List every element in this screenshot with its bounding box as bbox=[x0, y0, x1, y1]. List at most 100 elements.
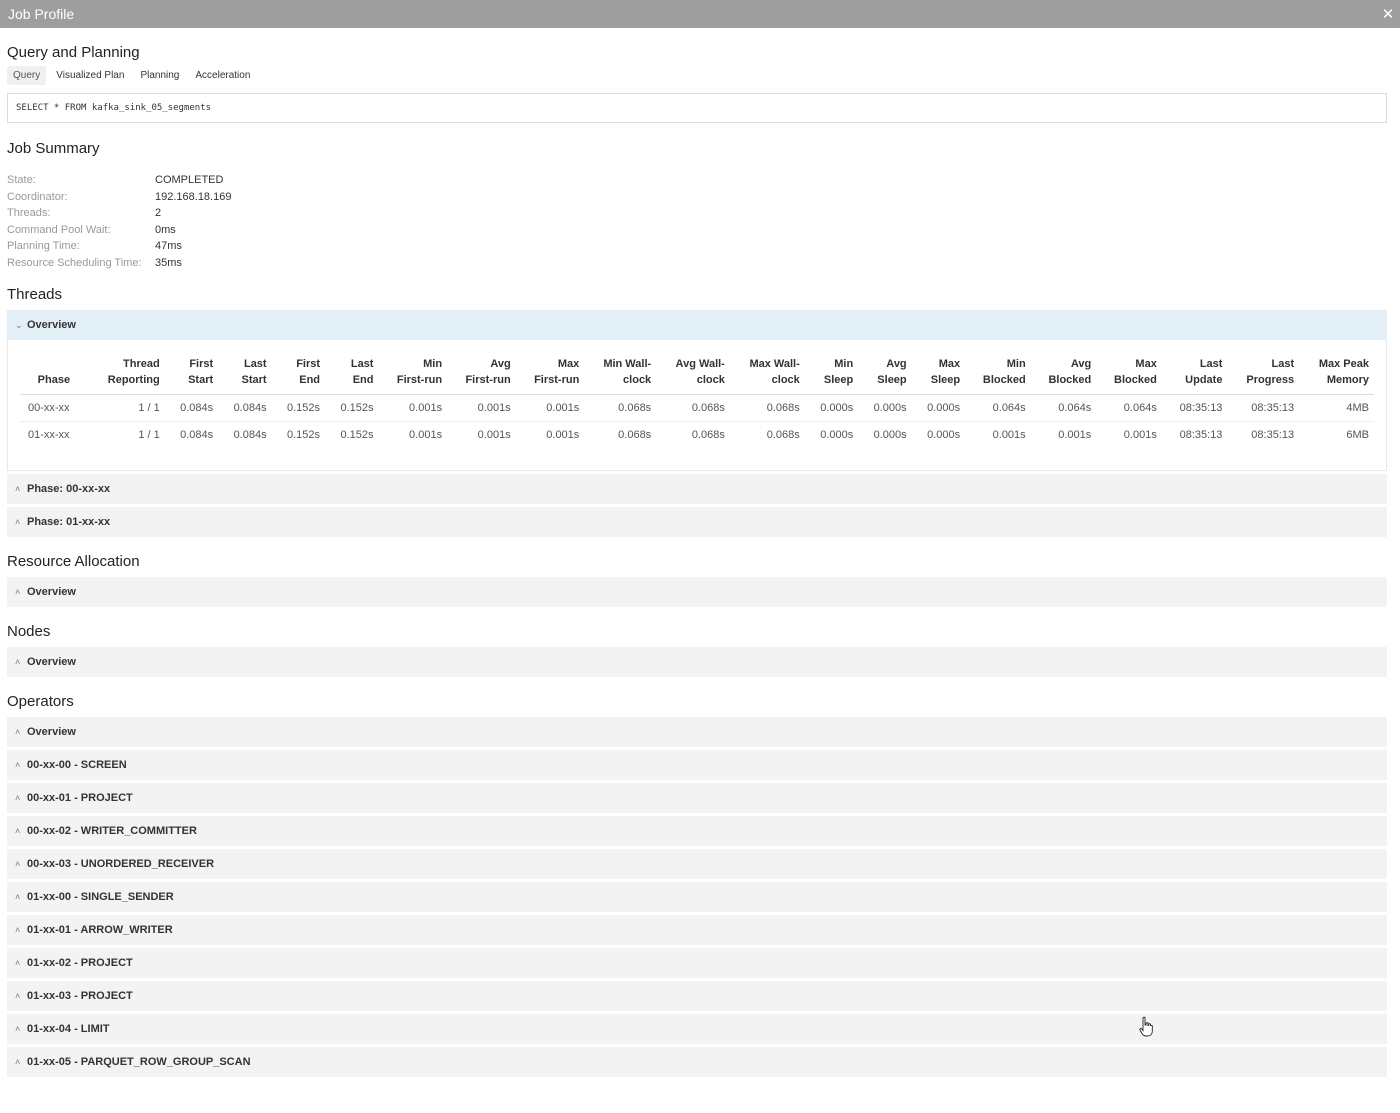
operator-item-header[interactable]: ˄ 01-xx-04 - LIMIT bbox=[7, 1014, 1387, 1044]
table-cell: 0.001s bbox=[409, 429, 443, 441]
table-cell: 0.001s bbox=[447, 394, 516, 422]
summary-label: Planning Time: bbox=[7, 240, 80, 252]
table-header-cell: Max Wall-clock bbox=[729, 352, 805, 395]
nodes-overview-header[interactable]: ˄ Overview bbox=[7, 647, 1387, 677]
header-text: Avg bbox=[1070, 358, 1092, 370]
accordion-label: Overview bbox=[27, 586, 76, 598]
table-cell: 0.000s bbox=[911, 394, 966, 422]
window-titlebar: Job Profile ✕ bbox=[0, 0, 1400, 28]
section-title-threads: Threads bbox=[7, 286, 63, 303]
header-text: clock bbox=[771, 374, 800, 386]
operator-item-header[interactable]: ˄ 00-xx-01 - PROJECT bbox=[7, 783, 1387, 813]
accordion-label: 01-xx-01 - ARROW_WRITER bbox=[27, 924, 173, 936]
chevron-up-icon: ˄ bbox=[15, 517, 21, 527]
table-cell: 0.084s bbox=[164, 394, 219, 422]
operators-list: ˄ Overview ˄ 00-xx-00 - SCREEN ˄ 00-xx-01 - P… bbox=[7, 717, 1387, 1077]
accordion-label: 01-xx-03 - PROJECT bbox=[27, 990, 133, 1002]
operator-item-header[interactable]: ˄ 00-xx-02 - WRITER_COMMITTER bbox=[7, 816, 1387, 846]
operator-item-header[interactable]: ˄ 01-xx-00 - SINGLE_SENDER bbox=[7, 882, 1387, 912]
threads-table: Phase Thread Reporting First Start Last Start F… bbox=[20, 352, 1374, 448]
summary-row-threads: Threads: 2 bbox=[7, 205, 1387, 222]
summary-value: COMPLETED bbox=[155, 174, 224, 186]
header-text: Max bbox=[938, 358, 961, 370]
summary-row-coordinator: Coordinator: 192.168.18.169 bbox=[7, 189, 1387, 206]
summary-label: State: bbox=[7, 174, 36, 186]
close-icon[interactable]: ✕ bbox=[1378, 4, 1398, 24]
header-text: Blocked bbox=[1114, 374, 1157, 386]
table-header-cell: Last End bbox=[325, 352, 379, 395]
tab-query[interactable]: Query bbox=[7, 66, 47, 85]
table-cell: 0.001s bbox=[546, 429, 580, 441]
accordion-label: 01-xx-05 - PARQUET_ROW_GROUP_SCAN bbox=[27, 1056, 251, 1068]
summary-value: 192.168.18.169 bbox=[155, 190, 232, 203]
chevron-up-icon: ˄ bbox=[15, 958, 21, 968]
table-cell: 01-xx-xx bbox=[28, 429, 70, 441]
chevron-up-icon: ˄ bbox=[15, 991, 21, 1001]
header-text: Reporting bbox=[107, 374, 160, 386]
table-cell: 0.152s bbox=[287, 429, 321, 441]
table-cell: 08:35:13 bbox=[1227, 394, 1300, 422]
table-header-cell: First Start bbox=[164, 352, 219, 395]
threads-overview-header[interactable]: ⌄ Overview bbox=[7, 310, 1387, 340]
summary-label: Command Pool Wait: bbox=[7, 223, 111, 236]
table-cell: 0.064s bbox=[965, 394, 1031, 422]
section-title-job-summary: Job Summary bbox=[7, 140, 100, 157]
operator-item-header[interactable]: ˄ 01-xx-03 - PROJECT bbox=[7, 981, 1387, 1011]
tab-planning[interactable]: Planning bbox=[134, 66, 185, 85]
header-text: Thread bbox=[123, 358, 160, 370]
chevron-down-icon: ⌄ bbox=[15, 319, 23, 330]
header-text: Last bbox=[350, 358, 374, 370]
summary-value: 35ms bbox=[155, 256, 182, 269]
table-cell: 4MB bbox=[1299, 394, 1374, 422]
operator-item-header[interactable]: ˄ 00-xx-03 - UNORDERED_RECEIVER bbox=[7, 849, 1387, 879]
table-cell: 08:35:13 bbox=[1251, 429, 1295, 441]
table-cell: 0.068s bbox=[729, 394, 805, 422]
accordion-label: 00-xx-01 - PROJECT bbox=[27, 792, 133, 804]
section-title-nodes: Nodes bbox=[7, 623, 51, 640]
table-header-cell: Max First-run bbox=[515, 352, 585, 395]
chevron-up-icon: ˄ bbox=[15, 760, 21, 770]
header-text: First bbox=[296, 358, 321, 370]
accordion-label: Overview bbox=[27, 656, 76, 668]
window-title: Job Profile bbox=[8, 6, 75, 22]
operator-item-header[interactable]: ˄ 01-xx-02 - PROJECT bbox=[7, 948, 1387, 978]
header-text: End bbox=[352, 374, 374, 386]
header-text: First-run bbox=[534, 374, 580, 386]
summary-row-command-pool-wait: Command Pool Wait: 0ms bbox=[7, 222, 1387, 239]
phase-01-header[interactable]: ˄ Phase: 01-xx-xx bbox=[7, 507, 1387, 537]
job-profile-content: Query and Planning Query Visualized Plan… bbox=[0, 28, 1400, 1077]
table-header-cell: Max Blocked bbox=[1096, 352, 1162, 395]
tab-visualized-plan[interactable]: Visualized Plan bbox=[50, 66, 130, 85]
table-body: 00-xx-xx 1 / 1 0.084s 0.084s 0.152s 0.152s 0.0… bbox=[20, 394, 1374, 449]
query-text-box[interactable]: SELECT * FROM kafka_sink_05_segments bbox=[7, 93, 1387, 123]
header-text: clock bbox=[696, 374, 725, 386]
operator-item-header[interactable]: ˄ 01-xx-01 - ARROW_WRITER bbox=[7, 915, 1387, 945]
header-text: Avg bbox=[490, 358, 511, 370]
header-text: Max Peak bbox=[1318, 358, 1369, 370]
header-text: Start bbox=[188, 374, 214, 386]
operator-item-header[interactable]: ˄ 01-xx-05 - PARQUET_ROW_GROUP_SCAN bbox=[7, 1047, 1387, 1077]
tab-acceleration[interactable]: Acceleration bbox=[189, 66, 256, 85]
chevron-up-icon: ˄ bbox=[15, 657, 21, 667]
phase-00-header[interactable]: ˄ Phase: 00-xx-xx bbox=[7, 474, 1387, 504]
table-cell: 0.068s bbox=[656, 394, 730, 422]
table-cell: 0.001s bbox=[1058, 429, 1092, 441]
resource-allocation-overview-header[interactable]: ˄ Overview bbox=[7, 577, 1387, 607]
operator-item-header[interactable]: ˄ 00-xx-00 - SCREEN bbox=[7, 750, 1387, 780]
operators-overview-header[interactable]: ˄ Overview bbox=[7, 717, 1387, 747]
header-text: Sleep bbox=[877, 374, 907, 386]
summary-label: Resource Scheduling Time: bbox=[7, 256, 142, 269]
table-header-cell: Min Sleep bbox=[804, 352, 859, 395]
table-cell: 0.064s bbox=[1030, 394, 1097, 422]
chevron-up-icon: ˄ bbox=[15, 892, 21, 902]
table-header-cell: Min Wall-clock bbox=[584, 352, 657, 395]
table-cell: 0.084s bbox=[233, 429, 267, 441]
table-cell: 0.001s bbox=[477, 429, 511, 441]
table-header-cell: Thread Reporting bbox=[87, 352, 165, 395]
accordion-label: 01-xx-00 - SINGLE_SENDER bbox=[27, 891, 174, 903]
table-row: 01-xx-xx 1 / 1 0.084s 0.084s 0.152s 0.152s 0.0… bbox=[20, 422, 1374, 449]
query-tabs: Query Visualized Plan Planning Accelerat… bbox=[7, 66, 1387, 85]
table-header-row: Phase Thread Reporting First Start Last Start F… bbox=[20, 352, 1374, 395]
accordion-label: Overview bbox=[27, 319, 76, 331]
table-cell: 0.152s bbox=[340, 429, 374, 441]
